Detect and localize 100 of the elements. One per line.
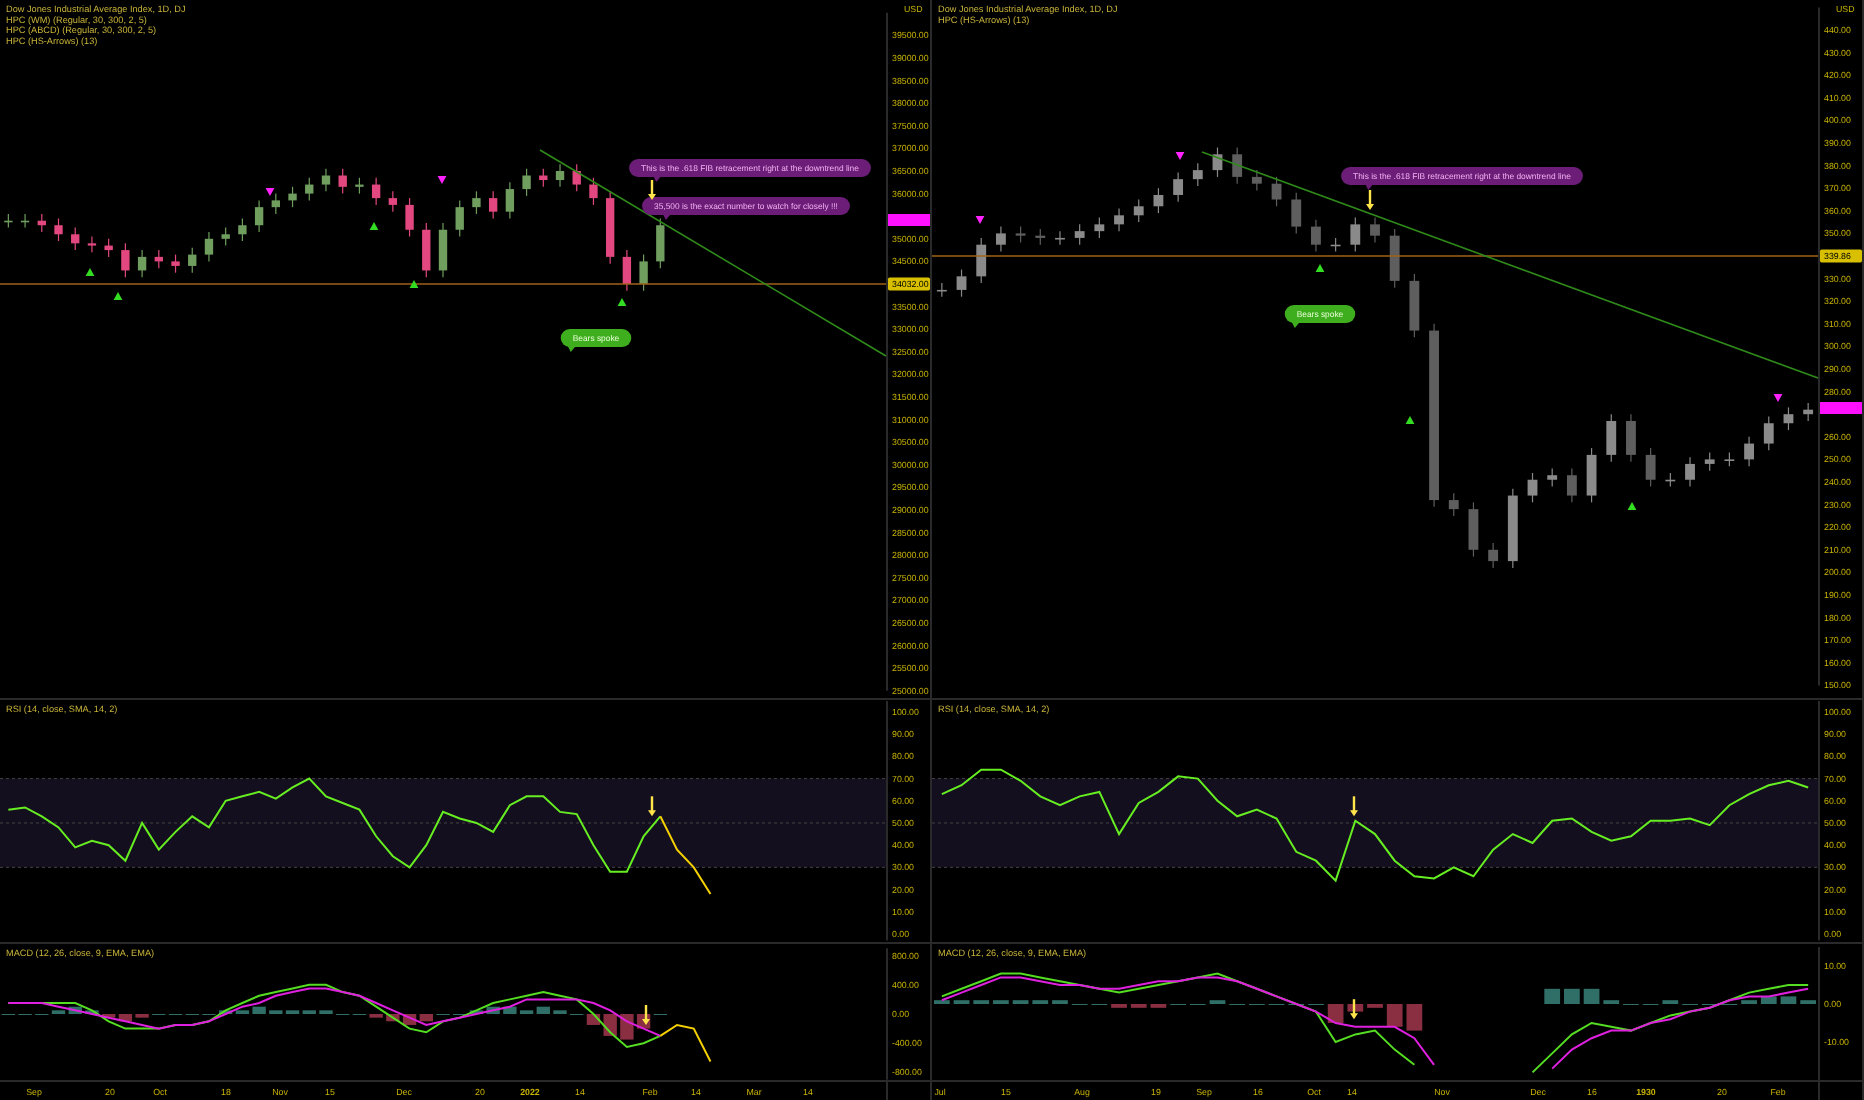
candle	[1114, 207, 1124, 232]
candle	[1232, 146, 1243, 185]
candle	[1586, 447, 1597, 503]
candle	[956, 268, 967, 298]
candle	[1271, 176, 1282, 207]
up-triangle-icon	[617, 298, 627, 306]
candle	[1803, 402, 1814, 422]
arrow-icon	[1350, 999, 1358, 1020]
candle	[1507, 488, 1518, 569]
candle	[1330, 237, 1341, 253]
candle	[1626, 413, 1636, 463]
candle	[639, 254, 648, 292]
candle	[472, 190, 481, 215]
candle	[1094, 217, 1105, 239]
candle	[1311, 219, 1321, 253]
candle	[204, 231, 214, 262]
candle	[121, 242, 130, 278]
price-tag	[888, 214, 930, 226]
candle	[606, 190, 615, 265]
candle	[1704, 452, 1715, 472]
candle	[171, 254, 180, 274]
candle	[455, 199, 464, 238]
candle	[37, 213, 46, 233]
arrow-icon	[648, 180, 656, 200]
candle	[1074, 223, 1085, 246]
candle	[104, 238, 113, 258]
candle	[1370, 217, 1380, 244]
candle	[254, 199, 264, 233]
up-triangle-icon	[1405, 416, 1415, 424]
down-triangle-icon	[1773, 394, 1783, 402]
down-triangle-icon	[975, 216, 985, 224]
candle	[20, 213, 30, 229]
candle	[371, 177, 381, 206]
candle	[137, 249, 147, 278]
candle	[305, 177, 314, 201]
candle	[1783, 406, 1794, 431]
candle	[54, 217, 63, 242]
candle	[438, 222, 448, 278]
candle	[1763, 415, 1774, 451]
up-triangle-icon	[1315, 264, 1325, 272]
candle	[572, 163, 581, 192]
candle	[1488, 542, 1499, 569]
candle	[1527, 472, 1538, 503]
candle	[288, 186, 297, 208]
candle	[1015, 226, 1026, 244]
candle	[1173, 171, 1184, 203]
candle	[1547, 467, 1558, 488]
up-triangle-icon	[369, 222, 379, 230]
candle	[622, 249, 632, 292]
candle	[422, 222, 431, 278]
candle	[505, 181, 515, 220]
candle	[1153, 187, 1164, 214]
arrow-icon	[1350, 796, 1358, 817]
candle	[1350, 217, 1361, 253]
arrow-icon	[1366, 190, 1374, 210]
candle	[488, 190, 498, 220]
candle	[539, 168, 548, 188]
candle	[221, 226, 230, 247]
candle	[1035, 228, 1046, 246]
candle	[1665, 472, 1676, 488]
candle	[936, 282, 947, 298]
candle	[188, 247, 197, 274]
candle	[1606, 413, 1617, 463]
candle	[355, 177, 364, 195]
candle	[996, 226, 1006, 253]
candle	[522, 168, 531, 197]
candle	[1251, 169, 1262, 192]
candle	[271, 193, 280, 215]
candle	[1448, 492, 1459, 517]
candle	[1192, 162, 1203, 187]
candle	[71, 226, 80, 251]
up-triangle-icon	[113, 292, 123, 300]
candle	[388, 190, 398, 213]
candle	[321, 168, 331, 192]
candle	[1055, 230, 1065, 246]
candle	[1724, 452, 1735, 467]
down-triangle-icon	[437, 176, 447, 184]
candle	[555, 163, 565, 188]
candle	[589, 177, 598, 206]
arrow-icon	[648, 796, 656, 817]
candle	[656, 217, 665, 269]
candle	[1409, 273, 1420, 338]
candle	[405, 197, 414, 238]
candle	[1291, 192, 1302, 234]
candle	[1744, 436, 1754, 467]
candle	[1212, 146, 1223, 178]
candle	[87, 235, 97, 253]
down-triangle-icon	[1175, 152, 1185, 160]
candle	[154, 249, 163, 269]
candle	[238, 217, 247, 242]
candle	[976, 237, 987, 284]
up-triangle-icon	[85, 268, 95, 276]
arrow-icon	[642, 1004, 650, 1025]
candle	[1468, 501, 1479, 558]
candle	[1389, 228, 1400, 289]
candle	[338, 168, 347, 195]
candle	[1133, 198, 1144, 223]
up-triangle-icon	[1627, 502, 1637, 510]
candle	[1685, 456, 1695, 488]
down-triangle-icon	[265, 188, 275, 196]
